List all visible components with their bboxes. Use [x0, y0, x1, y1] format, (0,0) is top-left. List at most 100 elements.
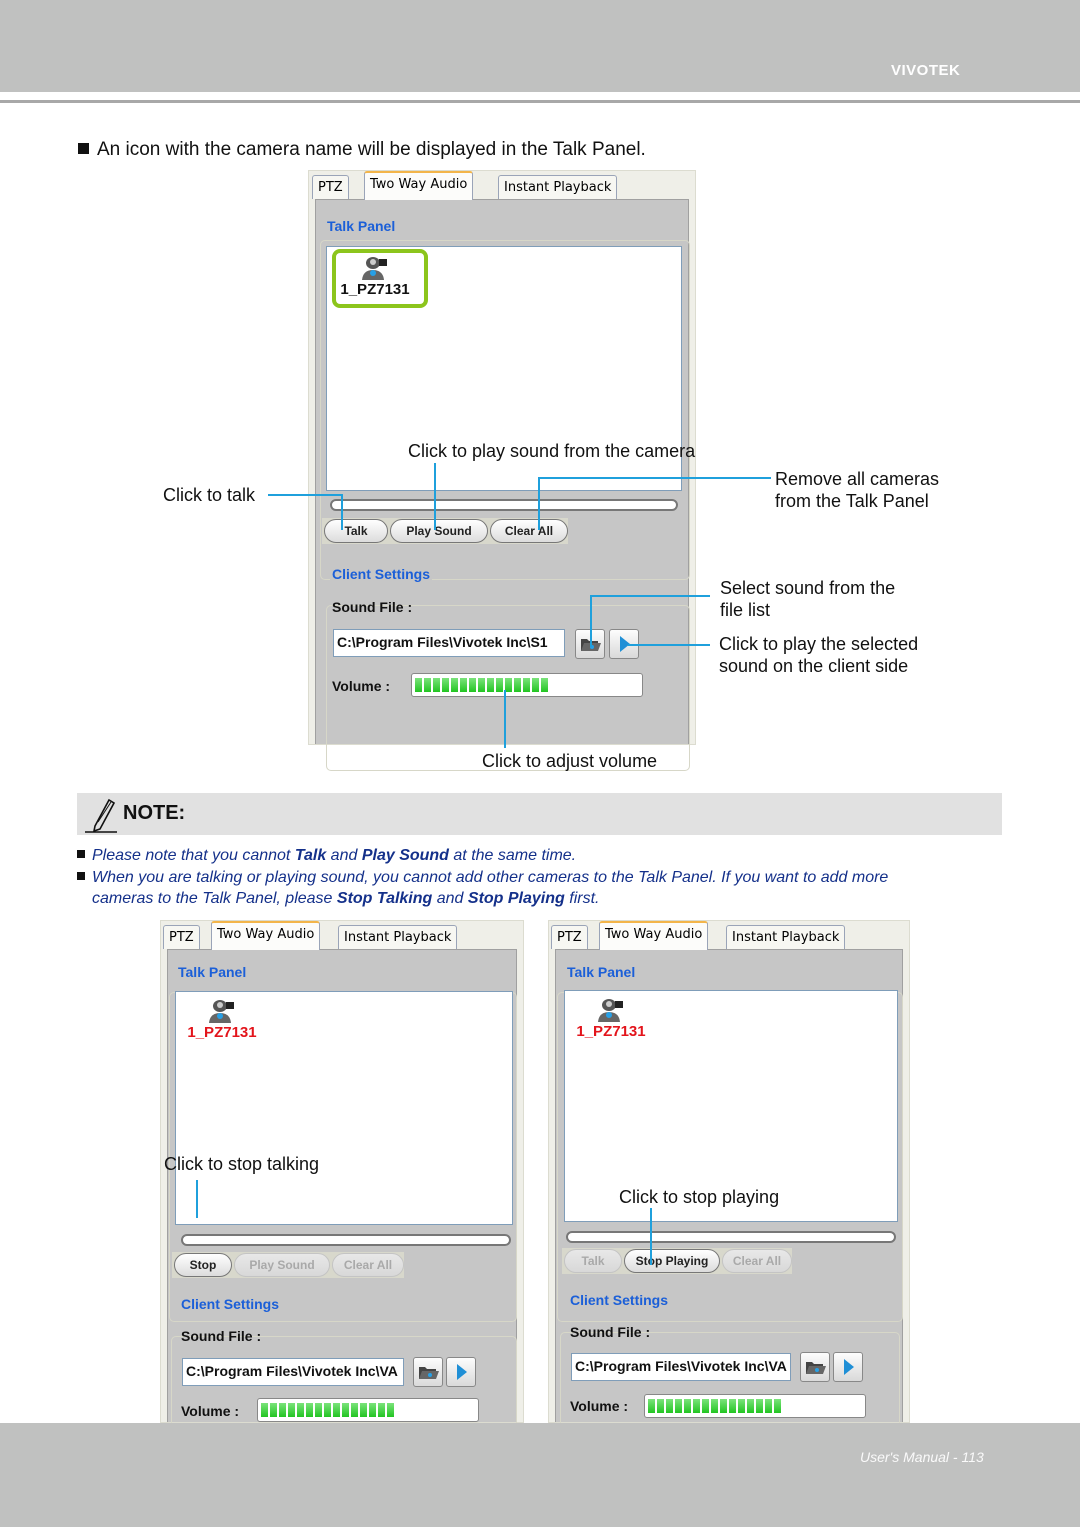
volume-segment	[351, 1403, 358, 1417]
volume-segment	[711, 1399, 718, 1413]
tab-instant-playback[interactable]: Instant Playback	[726, 925, 846, 949]
volume-segment	[738, 1399, 745, 1413]
clear-all-button[interactable]: Clear All	[490, 519, 568, 543]
callout-stop-talking: Click to stop talking	[164, 1154, 320, 1174]
clear-all-button: Clear All	[722, 1249, 792, 1273]
talk-progress-bar	[330, 499, 678, 511]
volume-segment	[360, 1403, 367, 1417]
volume-segment	[288, 1403, 295, 1417]
volume-segment	[415, 678, 422, 692]
volume-segment	[424, 678, 431, 692]
callout-line	[196, 1180, 198, 1218]
volume-segment	[478, 678, 485, 692]
sound-file-label: Sound File :	[570, 1324, 651, 1340]
pencil-icon	[85, 798, 117, 833]
volume-segment	[433, 678, 440, 692]
volume-segment	[297, 1403, 304, 1417]
play-selected-sound-button[interactable]	[833, 1352, 863, 1382]
tab-ptz[interactable]: PTZ	[163, 925, 200, 949]
volume-segment	[693, 1399, 700, 1413]
volume-segment	[684, 1399, 691, 1413]
talk-button-bar: Talk Play Sound Clear All	[322, 518, 568, 544]
volume-segment	[487, 678, 494, 692]
callout-line	[590, 595, 592, 647]
stop-talking-button[interactable]: Stop	[174, 1253, 232, 1277]
callout-line	[628, 644, 710, 646]
tab-instant-playback[interactable]: Instant Playback	[498, 175, 618, 199]
volume-segment	[514, 678, 521, 692]
volume-slider[interactable]	[644, 1394, 866, 1418]
camera-user-icon	[209, 1000, 234, 1023]
tab-two-way-audio[interactable]: Two Way Audio	[364, 171, 474, 200]
camera-item[interactable]: 1_PZ7131	[180, 996, 264, 1041]
client-settings-legend: Client Settings	[330, 566, 433, 582]
volume-segment	[702, 1399, 709, 1413]
camera-highlight	[332, 249, 428, 308]
volume-segment	[720, 1399, 727, 1413]
talk-button-bar: Stop Play Sound Clear All	[172, 1252, 404, 1278]
folder-open-icon	[806, 1362, 826, 1374]
client-settings-legend: Client Settings	[179, 1296, 282, 1312]
volume-segment	[315, 1403, 322, 1417]
volume-label: Volume :	[570, 1398, 629, 1414]
camera-name: 1_PZ7131	[187, 1024, 257, 1041]
volume-segment	[451, 678, 458, 692]
volume-segment	[774, 1399, 781, 1413]
talk-panel-list: 1_PZ7131	[175, 991, 513, 1225]
camera-name: 1_PZ7131	[576, 1023, 646, 1040]
talk-button-bar: Talk Stop Playing Clear All	[562, 1248, 792, 1274]
volume-segment	[306, 1403, 313, 1417]
volume-segment	[765, 1399, 772, 1413]
tab-bar: PTZ Two Way Audio Instant Playback	[309, 171, 695, 201]
sound-file-input[interactable]: C:\Program Files\Vivotek Inc\VA	[571, 1353, 791, 1381]
volume-segment	[505, 678, 512, 692]
note-item-2: When you are talking or playing sound, y…	[77, 867, 888, 909]
camera-item[interactable]: 1_PZ7131	[569, 995, 653, 1040]
callout-stop-playing: Click to stop playing	[619, 1187, 780, 1207]
play-sound-button: Play Sound	[234, 1253, 330, 1277]
volume-segment	[387, 1403, 394, 1417]
note-banner: NOTE:	[77, 793, 1002, 835]
callout-line	[504, 690, 506, 748]
volume-segment	[675, 1399, 682, 1413]
volume-slider[interactable]	[257, 1398, 479, 1422]
clear-all-button: Clear All	[332, 1253, 404, 1277]
browse-sound-button[interactable]	[800, 1352, 830, 1382]
stop-playing-button[interactable]: Stop Playing	[624, 1249, 720, 1273]
play-selected-sound-button[interactable]	[446, 1357, 476, 1387]
play-icon	[457, 1364, 467, 1380]
volume-segment	[324, 1403, 331, 1417]
volume-segment	[532, 678, 539, 692]
tab-ptz[interactable]: PTZ	[312, 175, 349, 199]
talk-panel-legend: Talk Panel	[176, 964, 249, 980]
sound-file-input[interactable]: C:\Program Files\Vivotek Inc\S1	[333, 629, 565, 657]
intro-bullet: An icon with the camera name will be dis…	[78, 139, 646, 161]
callout-adjust-volume: Click to adjust volume	[482, 751, 658, 771]
camera-user-icon	[598, 999, 623, 1022]
client-settings-legend: Client Settings	[568, 1292, 671, 1308]
browse-sound-button[interactable]	[413, 1357, 443, 1387]
sound-file-input[interactable]: C:\Program Files\Vivotek Inc\VA	[182, 1358, 404, 1386]
volume-slider[interactable]	[411, 673, 643, 697]
two-way-audio-window-playing: PTZ Two Way Audio Instant Playback Talk …	[548, 920, 910, 1452]
talk-button: Talk	[564, 1249, 622, 1273]
note-item-1: Please note that you cannot Talk and Pla…	[77, 845, 576, 866]
folder-open-icon	[419, 1367, 439, 1379]
bullet-square-icon	[77, 850, 85, 858]
tab-two-way-audio[interactable]: Two Way Audio	[599, 921, 709, 950]
callout-line	[434, 463, 436, 530]
play-sound-button[interactable]: Play Sound	[390, 519, 488, 543]
volume-segment	[756, 1399, 763, 1413]
volume-label: Volume :	[181, 1403, 240, 1419]
tab-instant-playback[interactable]: Instant Playback	[338, 925, 458, 949]
bullet-square-icon	[78, 143, 89, 154]
play-icon	[844, 1359, 854, 1375]
volume-segment	[469, 678, 476, 692]
volume-segment	[666, 1399, 673, 1413]
volume-segment	[496, 678, 503, 692]
volume-segment	[523, 678, 530, 692]
page-header: VIVOTEK	[0, 0, 1080, 92]
tab-ptz[interactable]: PTZ	[551, 925, 588, 949]
talk-button[interactable]: Talk	[324, 519, 388, 543]
tab-two-way-audio[interactable]: Two Way Audio	[211, 921, 321, 950]
